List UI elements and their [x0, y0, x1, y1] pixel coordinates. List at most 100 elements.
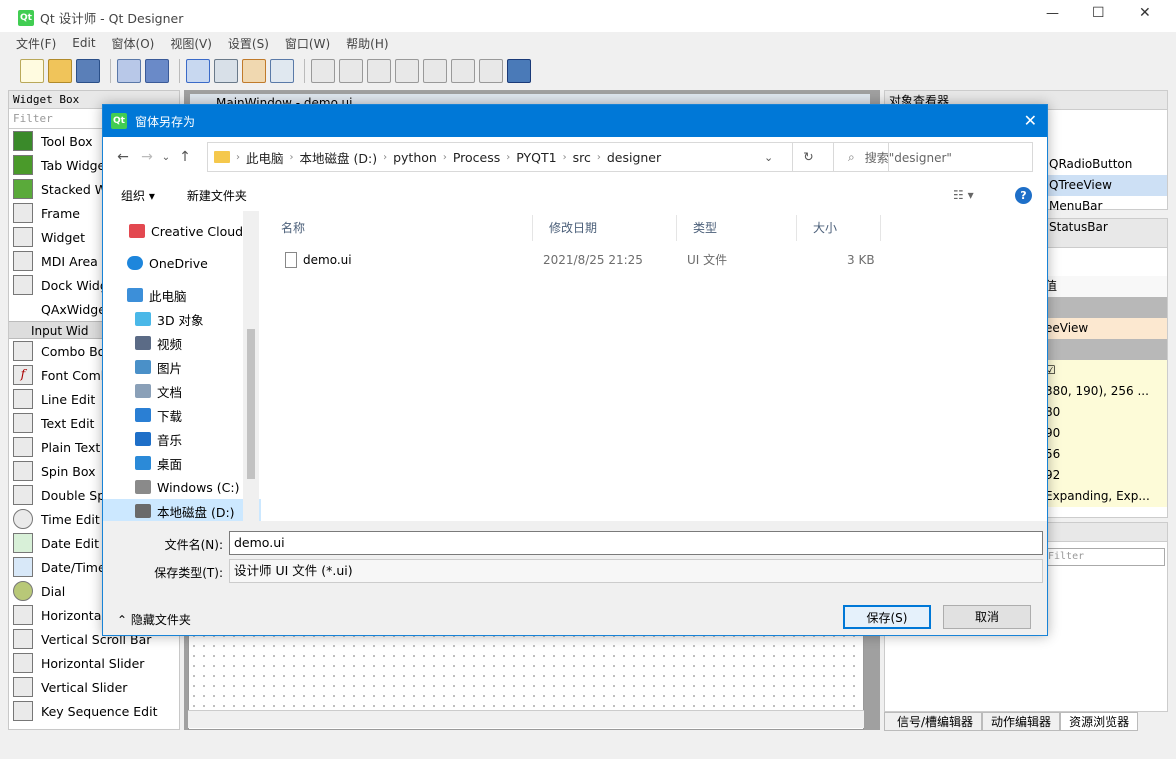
nav-item[interactable]: 下载	[103, 403, 261, 427]
back-arrow-icon[interactable]: ←	[111, 145, 135, 169]
menu-settings[interactable]: 设置(S)	[220, 35, 277, 52]
filename-input[interactable]: demo.ui	[229, 531, 1043, 555]
breadcrumb[interactable]: PYQT1	[510, 150, 562, 165]
view-options-icon[interactable]: ☷ ▾	[953, 188, 974, 202]
breadcrumb[interactable]: src	[567, 150, 597, 165]
nav-scrollbar[interactable]	[243, 211, 259, 521]
layout-grid-icon[interactable]	[451, 59, 475, 83]
menu-file[interactable]: 文件(F)	[8, 35, 64, 52]
stacked-widget-icon	[13, 179, 33, 199]
widget-item[interactable]: Vertical Slider	[9, 675, 179, 699]
tree-item[interactable]: QRadioButton	[1045, 154, 1167, 175]
qt-designer-window: Qt Qt 设计师 - Qt Designer — ☐ ✕ 文件(F) Edit…	[0, 0, 1176, 759]
edit-widgets-icon[interactable]	[186, 59, 210, 83]
help-icon[interactable]: ?	[1015, 186, 1032, 204]
column-header-date[interactable]: 修改日期	[533, 215, 677, 241]
dialog-bottom: 文件名(N): demo.ui 保存类型(T): 设计师 UI 文件 (*.ui…	[103, 521, 1047, 635]
forward-arrow-icon[interactable]: →	[135, 145, 159, 169]
edit-signals-icon[interactable]	[214, 59, 238, 83]
breadcrumb[interactable]: designer	[601, 150, 667, 165]
toolbox-icon	[13, 131, 33, 151]
new-file-icon[interactable]	[20, 59, 44, 83]
resource-filter-input[interactable]: Filter	[1045, 548, 1165, 566]
edit-tab-order-icon[interactable]	[270, 59, 294, 83]
file-size: 3 KB	[847, 253, 875, 267]
bottom-tabs: 信号/槽编辑器 动作编辑器 资源浏览器	[884, 711, 1168, 731]
search-box[interactable]: ⌕ 搜索"designer"	[833, 142, 1033, 172]
new-folder-button[interactable]: 新建文件夹	[187, 187, 247, 204]
breadcrumb[interactable]: 本地磁盘 (D:)	[294, 148, 384, 167]
file-row[interactable]: demo.ui 2021/8/25 21:25 UI 文件 3 KB	[263, 247, 883, 273]
nav-item[interactable]: 3D 对象	[103, 307, 261, 331]
nav-item-selected[interactable]: 本地磁盘 (D:)	[103, 499, 261, 521]
tree-item[interactable]: MenuBar	[1045, 196, 1167, 217]
menu-view[interactable]: 视图(V)	[162, 35, 220, 52]
nav-item[interactable]: Creative Cloud F	[103, 219, 261, 243]
up-arrow-icon[interactable]: ↑	[173, 145, 197, 169]
widget-label: Stacked W	[41, 181, 108, 197]
menu-window[interactable]: 窗口(W)	[277, 35, 338, 52]
nav-item[interactable]: 桌面	[103, 451, 261, 475]
nav-scrollbar-thumb[interactable]	[247, 329, 255, 479]
break-layout-icon[interactable]	[479, 59, 503, 83]
tab-resource-browser[interactable]: 资源浏览器	[1060, 711, 1139, 731]
tab-signal-slot-editor[interactable]: 信号/槽编辑器	[884, 711, 983, 731]
nav-item[interactable]: 此电脑	[103, 283, 261, 307]
dialog-close-button[interactable]: ✕	[1024, 111, 1037, 130]
refresh-icon[interactable]: ↻	[792, 143, 824, 171]
tab-action-editor[interactable]: 动作编辑器	[982, 711, 1061, 731]
save-icon[interactable]	[76, 59, 100, 83]
bring-to-front-icon[interactable]	[145, 59, 169, 83]
widget-item[interactable]: Horizontal Slider	[9, 651, 179, 675]
nav-item[interactable]: 音乐	[103, 427, 261, 451]
nav-label: Windows (C:)	[157, 479, 240, 495]
menu-form[interactable]: 窗体(O)	[104, 35, 163, 52]
tree-item-selected[interactable]: QTreeView	[1045, 175, 1167, 196]
column-header-type[interactable]: 类型	[677, 215, 797, 241]
organize-button[interactable]: 组织 ▾	[121, 187, 155, 204]
breadcrumb[interactable]: python	[387, 150, 443, 165]
layout-v-splitter-icon[interactable]	[395, 59, 419, 83]
adjust-size-icon[interactable]	[507, 59, 531, 83]
this-pc-icon	[127, 288, 143, 302]
breadcrumb[interactable]: 此电脑	[240, 148, 290, 167]
column-header-size[interactable]: 大小	[797, 215, 881, 241]
nav-label: 图片	[157, 360, 183, 376]
send-to-back-icon[interactable]	[117, 59, 141, 83]
column-header-name[interactable]: 名称	[265, 215, 533, 241]
nav-item[interactable]: OneDrive	[103, 251, 261, 275]
nav-label: 音乐	[157, 432, 183, 448]
widget-label: Line Edit	[41, 391, 96, 407]
save-button[interactable]: 保存(S)	[843, 605, 931, 629]
tab-widget-icon	[13, 155, 33, 175]
widget-label: Horizontal Slider	[41, 655, 145, 671]
address-bar[interactable]: › 此电脑 › 本地磁盘 (D:) › python › Process › P…	[207, 142, 889, 172]
widget-label: Key Sequence Edit	[41, 703, 158, 719]
dialog-title-bar: Qt 窗体另存为 ✕	[103, 105, 1047, 137]
recent-chevron-icon[interactable]: ⌄	[159, 145, 173, 169]
layout-vertical-icon[interactable]	[339, 59, 363, 83]
file-type: UI 文件	[687, 253, 728, 267]
nav-item[interactable]: 视频	[103, 331, 261, 355]
menu-edit[interactable]: Edit	[64, 36, 103, 50]
layout-form-icon[interactable]	[423, 59, 447, 83]
nav-item[interactable]: Windows (C:)	[103, 475, 261, 499]
edit-buddies-icon[interactable]	[242, 59, 266, 83]
nav-item[interactable]: 文档	[103, 379, 261, 403]
close-window-button[interactable]: ✕	[1139, 5, 1151, 21]
font-combo-icon: f	[13, 365, 33, 385]
open-folder-icon[interactable]	[48, 59, 72, 83]
cancel-button[interactable]: 取消	[943, 605, 1031, 629]
widget-item[interactable]: Key Sequence Edit	[9, 699, 179, 723]
minimize-button[interactable]: —	[1046, 6, 1059, 21]
form-horizontal-scrollbar[interactable]	[188, 710, 864, 728]
address-dropdown-icon[interactable]: ⌄	[764, 151, 773, 164]
layout-h-splitter-icon[interactable]	[367, 59, 391, 83]
filetype-select[interactable]: 设计师 UI 文件 (*.ui)	[229, 559, 1043, 583]
menu-help[interactable]: 帮助(H)	[338, 35, 396, 52]
maximize-button[interactable]: ☐	[1092, 5, 1105, 21]
hide-folders-toggle[interactable]: ⌃ 隐藏文件夹	[117, 611, 191, 628]
nav-item[interactable]: 图片	[103, 355, 261, 379]
layout-horizontal-icon[interactable]	[311, 59, 335, 83]
breadcrumb[interactable]: Process	[447, 150, 506, 165]
